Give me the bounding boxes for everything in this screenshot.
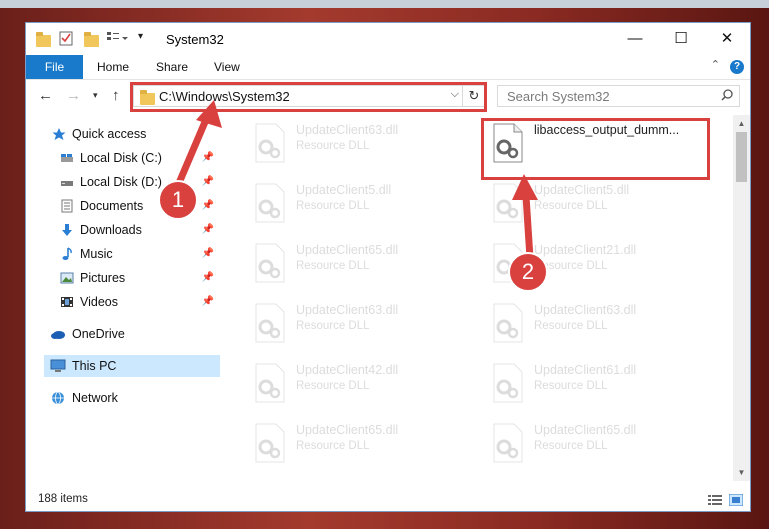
annotation-arrows — [172, 100, 538, 259]
arrow-2-shaft — [522, 195, 534, 259]
arrow-1-head — [196, 100, 222, 128]
step-2-badge: 2 — [508, 252, 548, 292]
arrow-2-head — [512, 174, 538, 200]
step-1-badge: 1 — [158, 180, 198, 220]
